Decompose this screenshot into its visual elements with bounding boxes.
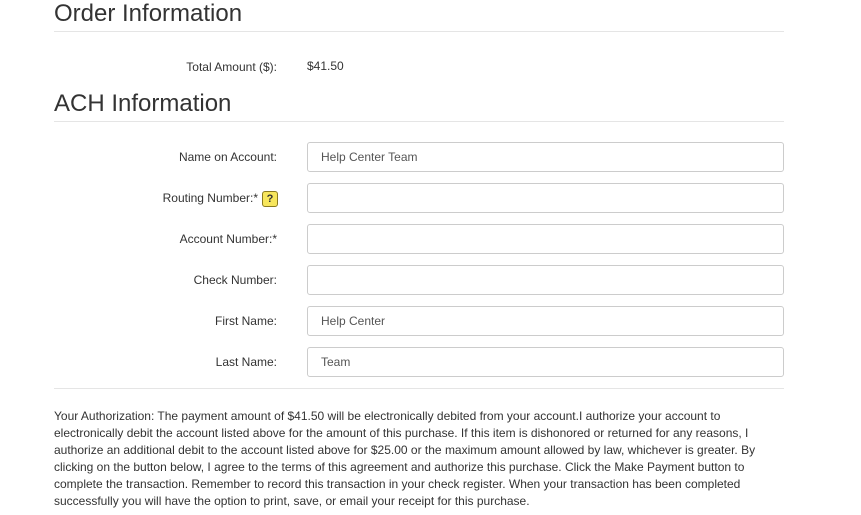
- name-on-account-input[interactable]: [307, 142, 784, 172]
- total-amount-value: $41.50: [307, 59, 344, 73]
- account-number-input[interactable]: [307, 224, 784, 254]
- routing-number-label: Routing Number:*: [162, 191, 258, 205]
- check-number-label: Check Number:: [193, 273, 277, 287]
- ach-information-divider: [54, 121, 784, 122]
- ach-information-title: ACH Information: [54, 90, 232, 117]
- routing-number-help-icon[interactable]: ?: [262, 191, 278, 207]
- order-information-title: Order Information: [54, 0, 243, 27]
- authorization-divider: [54, 388, 784, 389]
- order-information-divider: [54, 31, 784, 32]
- authorization-text: Your Authorization: The payment amount o…: [54, 409, 756, 508]
- total-amount-label: Total Amount ($):: [186, 60, 277, 74]
- routing-number-input[interactable]: [307, 183, 784, 213]
- last-name-input[interactable]: [307, 347, 784, 377]
- account-number-label: Account Number:*: [179, 232, 277, 246]
- first-name-label: First Name:: [214, 314, 277, 328]
- name-on-account-label: Name on Account:: [178, 150, 277, 164]
- last-name-label: Last Name:: [215, 355, 277, 369]
- first-name-input[interactable]: [307, 306, 784, 336]
- check-number-input[interactable]: [307, 265, 784, 295]
